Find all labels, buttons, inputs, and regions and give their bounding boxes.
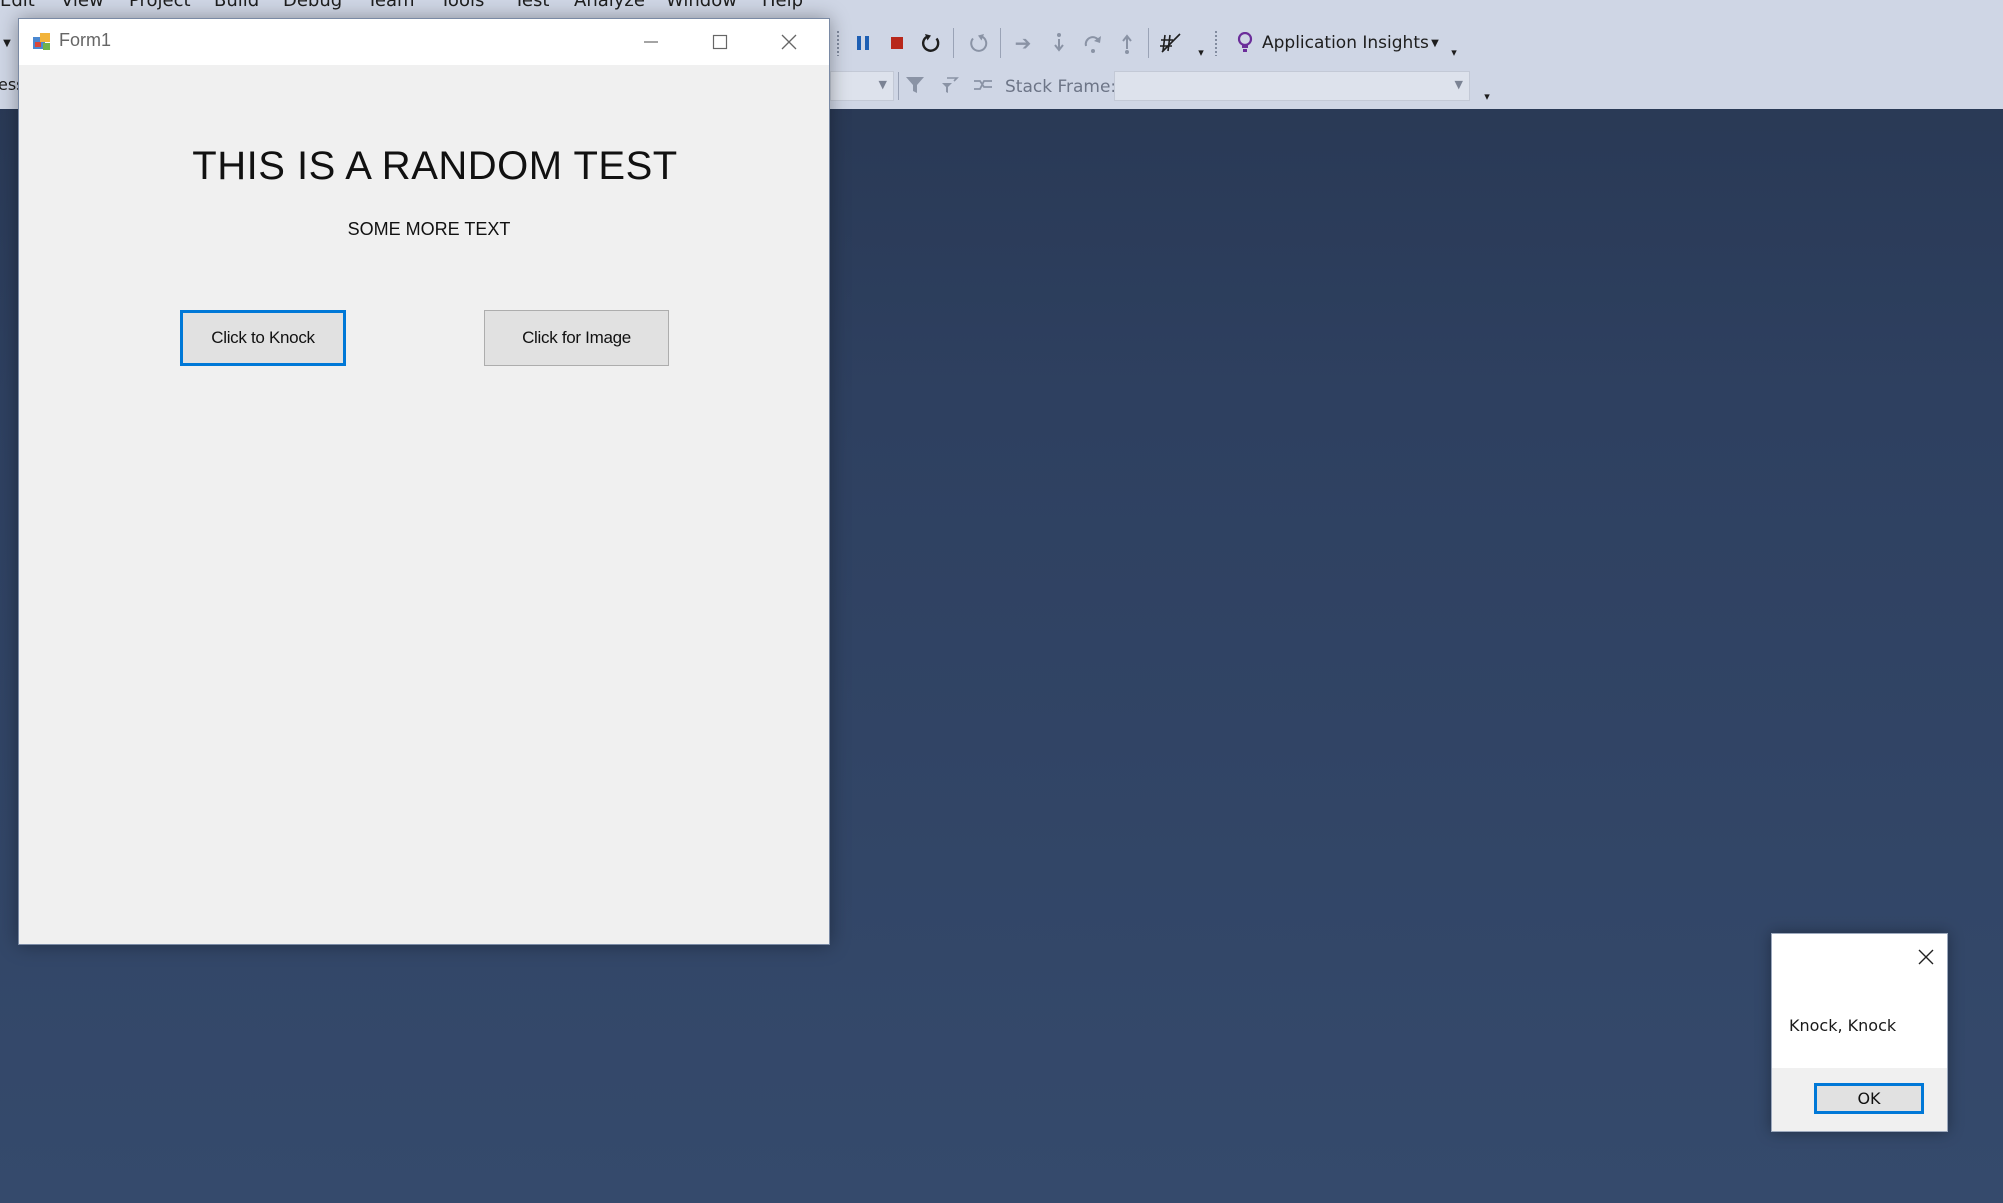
menu-build[interactable]: Build	[214, 0, 259, 11]
close-icon[interactable]	[1913, 944, 1939, 970]
message-box-footer: OK	[1772, 1068, 1947, 1131]
menu-help[interactable]: Help	[762, 0, 803, 11]
pause-icon[interactable]	[850, 30, 876, 56]
menu-debug[interactable]: Debug	[283, 0, 342, 11]
lightbulb-icon[interactable]	[1232, 30, 1258, 56]
close-icon[interactable]	[755, 19, 823, 65]
minimize-icon[interactable]	[617, 19, 685, 65]
stack-frame-dropdown[interactable]: ▼	[1114, 71, 1470, 101]
message-text: Knock, Knock	[1789, 1016, 1897, 1035]
form-heading: THIS IS A RANDOM TEST	[192, 144, 678, 188]
toolbar-separator	[1148, 28, 1149, 58]
chevron-down-icon: ▼	[878, 78, 887, 91]
step-into-icon[interactable]: ➔	[1010, 30, 1036, 56]
hex-display-icon[interactable]	[1158, 30, 1184, 56]
menu-window[interactable]: Window	[666, 0, 737, 11]
maximize-icon[interactable]	[686, 19, 754, 65]
menu-test[interactable]: Test	[514, 0, 549, 11]
menu-team[interactable]: Team	[367, 0, 415, 11]
process-dropdown[interactable]: ▼	[830, 71, 894, 101]
click-to-knock-button[interactable]: Click to Knock	[180, 310, 346, 366]
message-box: Knock, Knock OK	[1771, 933, 1948, 1132]
stack-frame-label: Stack Frame:	[1005, 77, 1117, 97]
filter-icon[interactable]	[902, 72, 928, 98]
toolbar-overflow-icon[interactable]: ▾	[1447, 44, 1461, 62]
app-icon	[32, 32, 52, 52]
thread-filter-icon[interactable]	[936, 72, 962, 98]
form1-window: Form1 THIS IS A RANDOM TEST SOME MORE TE…	[18, 18, 830, 945]
show-next-statement-icon[interactable]	[965, 30, 991, 56]
toolbar-grip[interactable]	[1214, 30, 1219, 56]
menu-tools[interactable]: Tools	[440, 0, 484, 11]
toolbar-separator	[953, 28, 954, 58]
form-subtext: SOME MORE TEXT	[347, 219, 511, 239]
step-over-curve-icon[interactable]	[1080, 30, 1106, 56]
form1-titlebar[interactable]: Form1	[19, 19, 829, 65]
menu-project[interactable]: Project	[129, 0, 191, 11]
dropdown-arrow-icon[interactable]: ▼	[0, 30, 20, 56]
chevron-down-icon: ▼	[1454, 78, 1463, 91]
ok-button[interactable]: OK	[1814, 1083, 1924, 1114]
menu-edit[interactable]: Edit	[0, 0, 35, 11]
flag-threads-icon[interactable]	[970, 72, 996, 98]
toolbar-overflow-icon[interactable]: ▾	[1480, 88, 1494, 106]
application-insights-button[interactable]: Application Insights	[1262, 33, 1429, 53]
restart-icon[interactable]	[918, 30, 944, 56]
toolbar-separator	[898, 72, 899, 100]
toolbar-grip[interactable]	[836, 30, 841, 56]
toolbar-separator	[1000, 28, 1001, 58]
click-for-image-button[interactable]: Click for Image	[484, 310, 669, 366]
step-over-icon[interactable]	[1046, 30, 1072, 56]
menu-view[interactable]: View	[61, 0, 104, 11]
window-title: Form1	[59, 30, 112, 50]
menu-analyze[interactable]: Analyze	[574, 0, 645, 11]
stop-icon[interactable]	[884, 30, 910, 56]
step-out-icon[interactable]	[1114, 30, 1140, 56]
toolbar-overflow-icon[interactable]: ▾	[1194, 44, 1208, 62]
chevron-down-icon[interactable]: ▼	[1422, 30, 1448, 56]
